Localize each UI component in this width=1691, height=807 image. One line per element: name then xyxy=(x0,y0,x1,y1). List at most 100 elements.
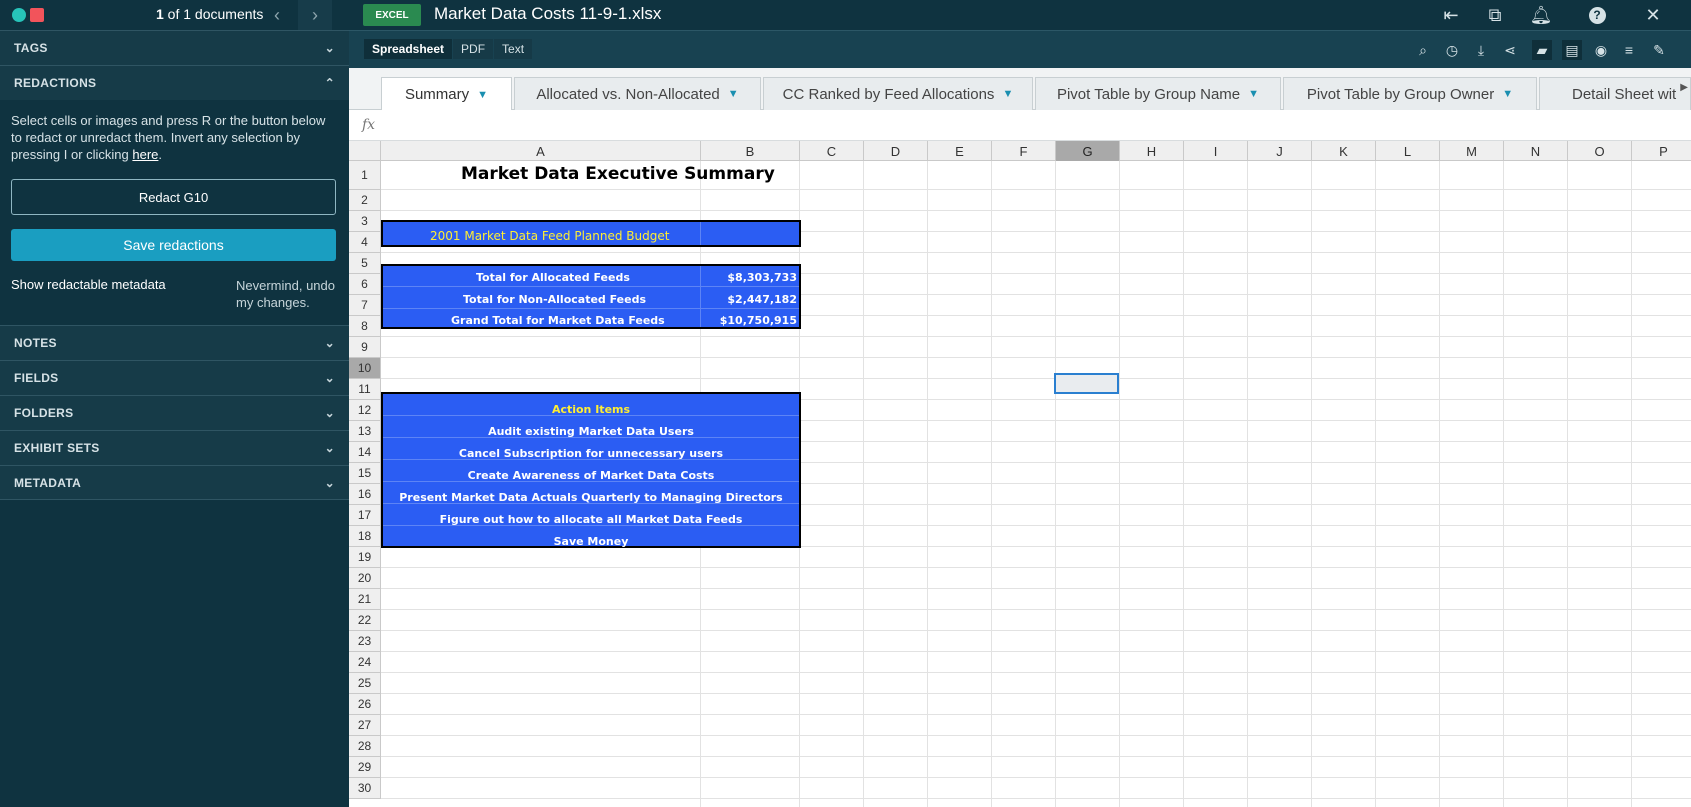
column-header-a[interactable]: A xyxy=(381,141,701,161)
sheet-tabs-bar: Summary ▼ Allocated vs. Non-Allocated ▼ CC… xyxy=(349,68,1691,111)
invert-selection-link[interactable]: here xyxy=(132,147,158,162)
sheet-tab-summary[interactable]: Summary ▼ xyxy=(381,77,512,111)
grand-total-label: Grand Total for Market Data Feeds xyxy=(451,314,665,327)
row-header-5[interactable]: 5 xyxy=(349,253,381,274)
section-metadata[interactable]: METADATA ⌄ xyxy=(0,465,349,500)
undo-changes-link[interactable]: Nevermind, undo my changes. xyxy=(236,277,338,311)
select-all-corner[interactable] xyxy=(349,141,381,161)
formula-bar[interactable]: fx xyxy=(349,110,1691,141)
chevron-right-icon: › xyxy=(312,4,318,25)
row-header-7[interactable]: 7 xyxy=(349,295,381,316)
save-redactions-button[interactable]: Save redactions xyxy=(11,229,336,261)
row-header-23[interactable]: 23 xyxy=(349,631,381,652)
section-redactions[interactable]: REDACTIONS ⌃ xyxy=(0,65,349,100)
column-header-f[interactable]: F xyxy=(992,141,1056,161)
column-header-c[interactable]: C xyxy=(800,141,864,161)
column-header-d[interactable]: D xyxy=(864,141,928,161)
row-header-8[interactable]: 8 xyxy=(349,316,381,337)
highlighter-icon[interactable]: ✎ xyxy=(1649,40,1669,60)
row-header-9[interactable]: 9 xyxy=(349,337,381,358)
section-folders[interactable]: FOLDERS ⌄ xyxy=(0,395,349,430)
row-header-17[interactable]: 17 xyxy=(349,505,381,526)
budget-header-box[interactable]: 2001 Market Data Feed Planned Budget xyxy=(381,220,801,247)
spreadsheet-grid[interactable]: ABCDEFGHIJKLMNOP 1 2 3 4 5 6 7 8 9 10 11 12 13 14 15 16… xyxy=(349,141,1691,807)
tab-scroll-right-icon[interactable]: ▶ xyxy=(1680,82,1688,93)
history-icon[interactable]: ◷ xyxy=(1442,40,1462,60)
row-header-1[interactable]: 1 xyxy=(349,161,381,190)
grid-row-line xyxy=(381,735,1691,736)
row-header-19[interactable]: 19 xyxy=(349,547,381,568)
section-fields[interactable]: FIELDS ⌄ xyxy=(0,360,349,395)
row-header-11[interactable]: 11 xyxy=(349,379,381,400)
row-header-10[interactable]: 10 xyxy=(349,358,381,379)
grid-column-line xyxy=(1567,161,1568,807)
column-header-b[interactable]: B xyxy=(701,141,800,161)
close-icon[interactable]: ✕ xyxy=(1641,3,1665,27)
column-header-j[interactable]: J xyxy=(1248,141,1312,161)
section-tags-label: TAGS xyxy=(14,41,48,55)
row-header-6[interactable]: 6 xyxy=(349,274,381,295)
row-header-16[interactable]: 16 xyxy=(349,484,381,505)
row-header-4[interactable]: 4 xyxy=(349,232,381,253)
search-icon[interactable]: ⌕ xyxy=(1413,40,1433,60)
tab-spreadsheet[interactable]: Spreadsheet xyxy=(364,39,453,59)
row-header-22[interactable]: 22 xyxy=(349,610,381,631)
download-icon[interactable]: ⤓ xyxy=(1471,40,1491,60)
row-header-29[interactable]: 29 xyxy=(349,757,381,778)
sheet-tab-cc-ranked[interactable]: CC Ranked by Feed Allocations ▼ xyxy=(763,77,1033,110)
redaction-tool-icon[interactable]: ▤ xyxy=(1562,40,1582,60)
row-header-15[interactable]: 15 xyxy=(349,463,381,484)
row-header-20[interactable]: 20 xyxy=(349,568,381,589)
comment-icon[interactable]: ▰ xyxy=(1532,40,1552,60)
share-icon[interactable]: ⋖ xyxy=(1500,40,1520,60)
wrap-text-icon[interactable]: ≡ xyxy=(1619,40,1639,60)
row-header-14[interactable]: 14 xyxy=(349,442,381,463)
column-header-e[interactable]: E xyxy=(928,141,992,161)
sheet-tab-pivot-group-owner[interactable]: Pivot Table by Group Owner ▼ xyxy=(1283,77,1537,110)
section-exhibit-sets[interactable]: EXHIBIT SETS ⌄ xyxy=(0,430,349,465)
row-header-12[interactable]: 12 xyxy=(349,400,381,421)
help-icon[interactable]: ? xyxy=(1585,3,1609,27)
show-redactable-metadata-link[interactable]: Show redactable metadata xyxy=(11,277,166,311)
previous-document-button[interactable]: ‹ xyxy=(260,0,294,30)
collapse-panel-icon[interactable]: ⇤ xyxy=(1439,3,1463,27)
column-header-n[interactable]: N xyxy=(1504,141,1568,161)
column-header-m[interactable]: M xyxy=(1440,141,1504,161)
column-header-k[interactable]: K xyxy=(1312,141,1376,161)
row-header-26[interactable]: 26 xyxy=(349,694,381,715)
row-header-28[interactable]: 28 xyxy=(349,736,381,757)
column-header-g[interactable]: G xyxy=(1056,141,1120,161)
row-header-3[interactable]: 3 xyxy=(349,211,381,232)
row-header-18[interactable]: 18 xyxy=(349,526,381,547)
row-header-27[interactable]: 27 xyxy=(349,715,381,736)
eye-icon[interactable]: ◉ xyxy=(1591,40,1611,60)
redact-cell-button[interactable]: Redact G10 xyxy=(11,179,336,215)
section-tags[interactable]: TAGS ⌄ xyxy=(0,30,349,65)
column-header-o[interactable]: O xyxy=(1568,141,1632,161)
open-external-icon[interactable]: ⧉ xyxy=(1483,3,1507,27)
sheet-tab-pivot-group-name[interactable]: Pivot Table by Group Name ▼ xyxy=(1035,77,1281,110)
grid-row-line xyxy=(381,210,1691,211)
row-header-21[interactable]: 21 xyxy=(349,589,381,610)
column-header-l[interactable]: L xyxy=(1376,141,1440,161)
sheet-tab-detail[interactable]: Detail Sheet wit xyxy=(1539,77,1691,110)
row-header-24[interactable]: 24 xyxy=(349,652,381,673)
totals-box[interactable]: Total for Allocated Feeds $8,303,733 Tot… xyxy=(381,264,801,329)
row-header-13[interactable]: 13 xyxy=(349,421,381,442)
next-document-button[interactable]: › xyxy=(298,0,332,30)
tab-text[interactable]: Text xyxy=(494,39,533,59)
bell-icon[interactable]: 🔔︎ xyxy=(1529,3,1553,27)
sheet-tab-allocated[interactable]: Allocated vs. Non-Allocated ▼ xyxy=(514,77,761,110)
sheet-title-cell[interactable]: Market Data Executive Summary xyxy=(461,164,775,184)
column-header-h[interactable]: H xyxy=(1120,141,1184,161)
row-header-30[interactable]: 30 xyxy=(349,778,381,799)
row-header-25[interactable]: 25 xyxy=(349,673,381,694)
column-header-i[interactable]: I xyxy=(1184,141,1248,161)
selected-cell-g10[interactable] xyxy=(1054,373,1119,394)
sheet-tab-label: Summary xyxy=(404,86,470,103)
column-header-p[interactable]: P xyxy=(1632,141,1691,161)
tab-pdf[interactable]: PDF xyxy=(453,39,494,59)
section-notes[interactable]: NOTES ⌄ xyxy=(0,325,349,360)
action-items-box[interactable]: Action Items Audit existing Market Data … xyxy=(381,392,801,548)
row-header-2[interactable]: 2 xyxy=(349,190,381,211)
